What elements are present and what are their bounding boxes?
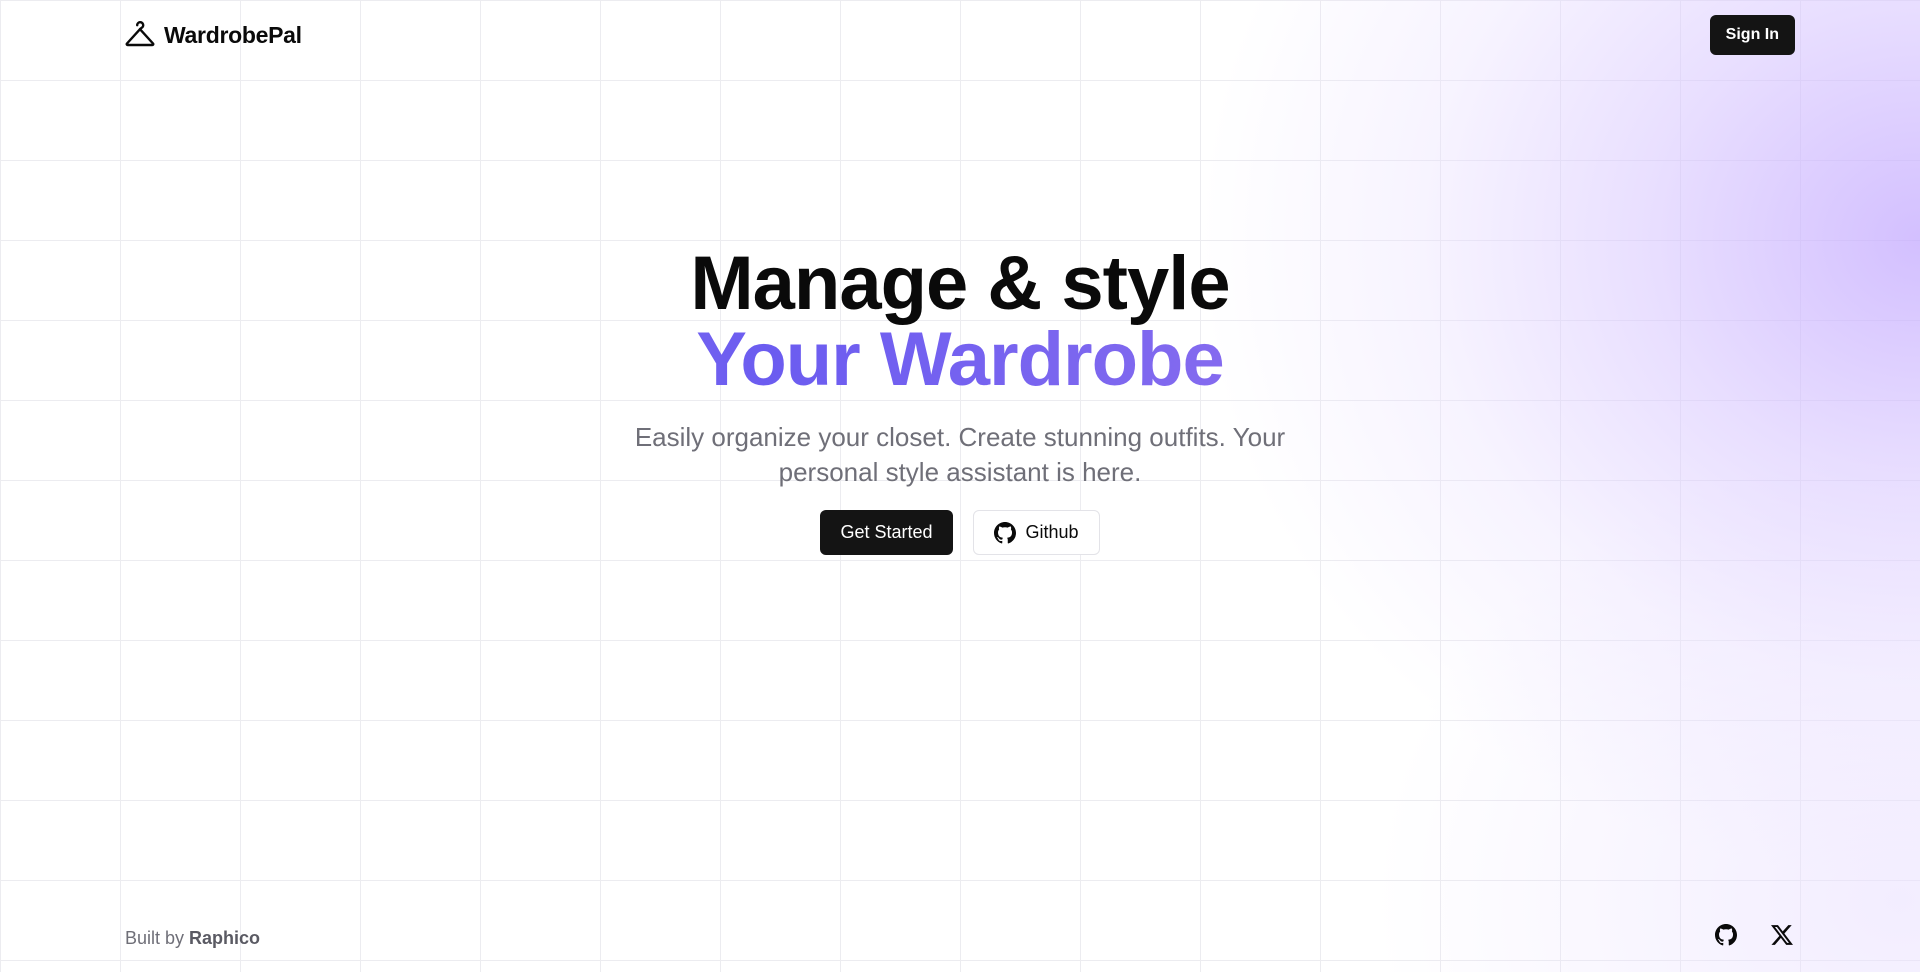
built-by-prefix: Built by: [125, 928, 185, 948]
hero-cta-row: Get Started Github: [0, 510, 1920, 555]
footer-social-links: [1713, 923, 1795, 951]
github-button-label: Github: [1025, 522, 1079, 542]
landing-page: WardrobePal Sign In Manage & style Your …: [0, 0, 1920, 972]
brand-logo-link[interactable]: WardrobePal: [124, 19, 302, 51]
built-by-credit: Built by Raphico: [125, 928, 260, 949]
author-link[interactable]: Raphico: [189, 928, 260, 948]
hero-section: Manage & style Your Wardrobe Easily orga…: [0, 246, 1920, 555]
get-started-button[interactable]: Get Started: [820, 510, 953, 555]
hanger-icon: [124, 19, 156, 51]
hero-subtitle: Easily organize your closet. Create stun…: [634, 422, 1286, 487]
footer-x-link[interactable]: [1769, 924, 1795, 950]
github-icon: [993, 521, 1016, 544]
x-icon: [1771, 924, 1793, 951]
github-icon: [1715, 923, 1737, 951]
sign-in-button[interactable]: Sign In: [1709, 15, 1795, 55]
github-button[interactable]: Github: [972, 510, 1100, 555]
brand-name: WardrobePal: [164, 21, 302, 48]
site-footer: Built by Raphico: [0, 920, 1920, 956]
hero-title-line2: Your Wardrobe: [0, 322, 1920, 398]
hero-title-line1: Manage & style: [690, 241, 1230, 326]
footer-github-link[interactable]: [1713, 923, 1739, 951]
site-header: WardrobePal Sign In: [0, 0, 1920, 70]
